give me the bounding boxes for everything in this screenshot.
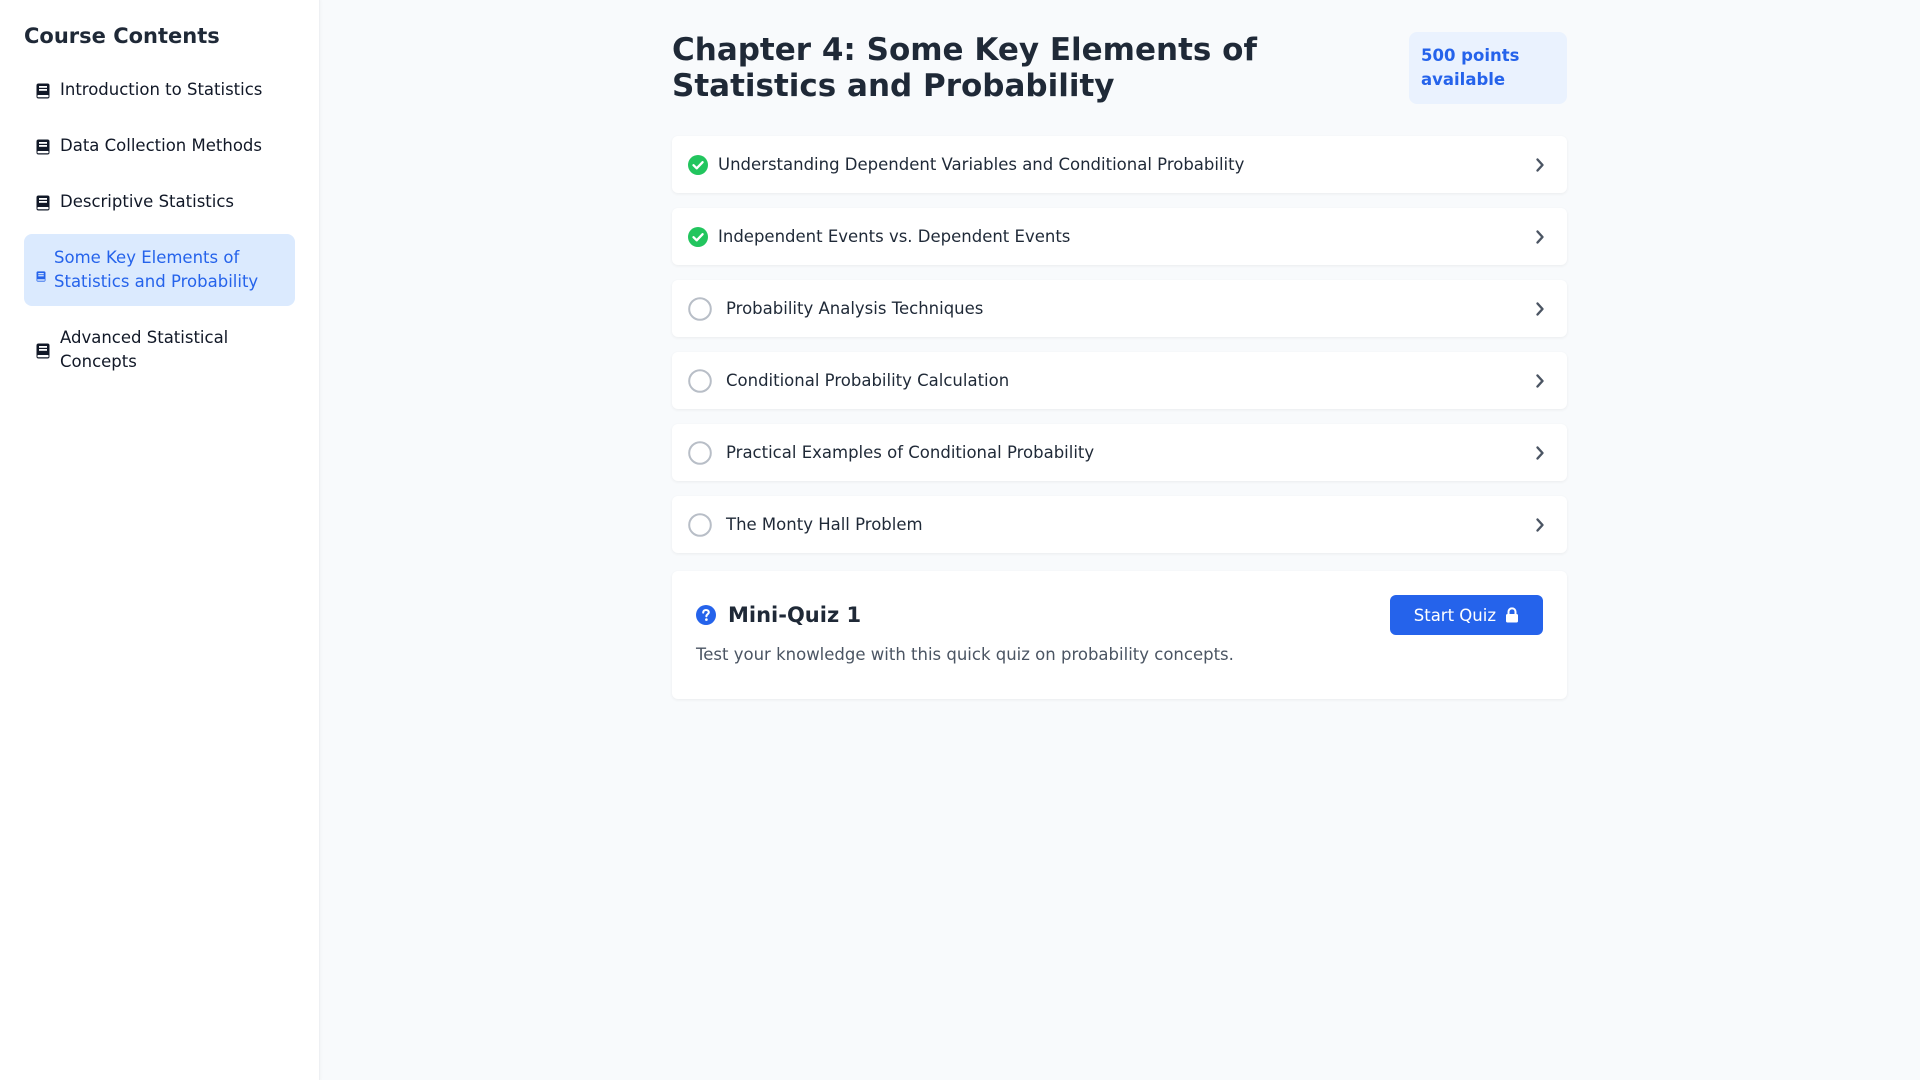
main-content: Chapter 4: Some Key Elements of Statisti… bbox=[672, 0, 1567, 699]
sidebar-item-descriptive-statistics[interactable]: Descriptive Statistics bbox=[24, 178, 295, 226]
lesson-item[interactable]: Conditional Probability Calculation bbox=[672, 352, 1567, 409]
sidebar-item-advanced-statistical-concepts[interactable]: Advanced Statistical Concepts bbox=[24, 314, 295, 386]
quiz-title: Mini-Quiz 1 bbox=[728, 603, 862, 627]
lesson-item[interactable]: Practical Examples of Conditional Probab… bbox=[672, 424, 1567, 481]
book-icon bbox=[36, 265, 46, 282]
question-circle-icon bbox=[696, 605, 716, 625]
lesson-label: Understanding Dependent Variables and Co… bbox=[718, 155, 1245, 174]
lesson-label: Practical Examples of Conditional Probab… bbox=[726, 443, 1095, 462]
chevron-right-icon bbox=[1535, 157, 1545, 173]
book-icon bbox=[36, 342, 50, 359]
start-quiz-label: Start Quiz bbox=[1413, 605, 1496, 625]
start-quiz-button[interactable]: Start Quiz bbox=[1389, 595, 1543, 635]
sidebar-item-label: Advanced Statistical Concepts bbox=[60, 328, 229, 371]
lesson-item[interactable]: Understanding Dependent Variables and Co… bbox=[672, 136, 1567, 193]
empty-circle-icon bbox=[688, 296, 712, 321]
lesson-item[interactable]: Probability Analysis Techniques bbox=[672, 280, 1567, 337]
sidebar-item-data-collection-methods[interactable]: Data Collection Methods bbox=[24, 122, 295, 170]
chapter-header: Chapter 4: Some Key Elements of Statisti… bbox=[672, 0, 1567, 136]
quiz-description: Test your knowledge with this quick quiz… bbox=[696, 645, 1234, 664]
sidebar-item-label: Data Collection Methods bbox=[60, 136, 262, 155]
empty-circle-icon bbox=[688, 512, 712, 537]
book-icon bbox=[36, 194, 50, 211]
sidebar-item-label: Introduction to Statistics bbox=[60, 80, 263, 99]
sidebar-title: Course Contents bbox=[24, 24, 220, 48]
empty-circle-icon bbox=[688, 440, 712, 465]
book-icon bbox=[36, 82, 50, 99]
sidebar-item-label: Some Key Elements of Statistics and Prob… bbox=[54, 248, 259, 291]
lesson-item[interactable]: The Monty Hall Problem bbox=[672, 496, 1567, 553]
chevron-right-icon bbox=[1535, 373, 1545, 389]
chevron-right-icon bbox=[1535, 445, 1545, 461]
lesson-label: Independent Events vs. Dependent Events bbox=[718, 227, 1071, 246]
sidebar-item-key-elements-statistics-probability[interactable]: Some Key Elements of Statistics and Prob… bbox=[24, 234, 295, 306]
lock-icon bbox=[1505, 607, 1519, 623]
sidebar: Course Contents Introduction to Statisti… bbox=[0, 0, 320, 1080]
lesson-list: Understanding Dependent Variables and Co… bbox=[672, 136, 1567, 553]
page-title: Chapter 4: Some Key Elements of Statisti… bbox=[672, 32, 1257, 104]
lesson-label: Probability Analysis Techniques bbox=[726, 299, 984, 318]
points-badge: 500 points available bbox=[1409, 32, 1567, 104]
chevron-right-icon bbox=[1535, 517, 1545, 533]
check-circle-icon bbox=[688, 154, 708, 175]
lesson-item[interactable]: Independent Events vs. Dependent Events bbox=[672, 208, 1567, 265]
quiz-card: Mini-Quiz 1 Start Quiz Test your knowled… bbox=[672, 571, 1567, 699]
lesson-label: The Monty Hall Problem bbox=[726, 515, 923, 534]
chevron-right-icon bbox=[1535, 229, 1545, 245]
check-circle-icon bbox=[688, 226, 708, 247]
lesson-label: Conditional Probability Calculation bbox=[726, 371, 1010, 390]
empty-circle-icon bbox=[688, 368, 712, 393]
sidebar-item-introduction-to-statistics[interactable]: Introduction to Statistics bbox=[24, 66, 295, 114]
book-icon bbox=[36, 138, 50, 155]
chevron-right-icon bbox=[1535, 301, 1545, 317]
sidebar-item-label: Descriptive Statistics bbox=[60, 192, 235, 211]
